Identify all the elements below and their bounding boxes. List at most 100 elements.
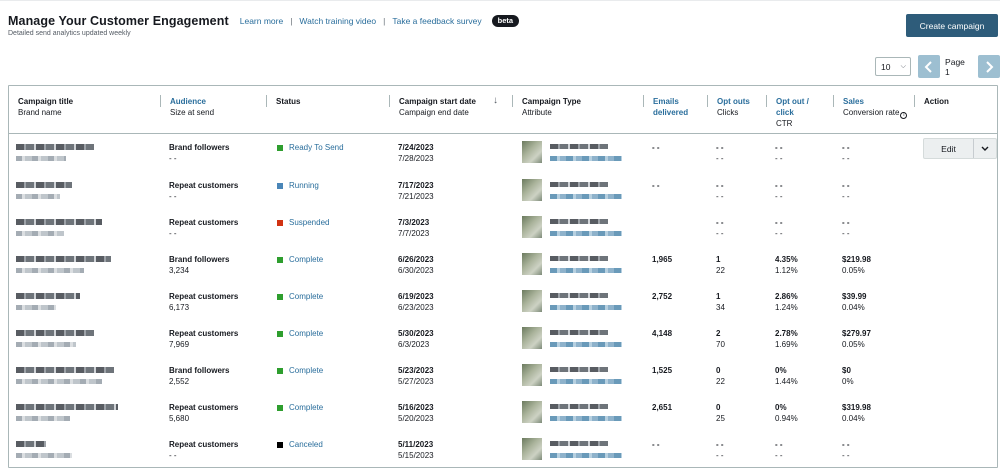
opt-out-click-cell: - - - - xyxy=(775,143,783,163)
redacted-attribute-link[interactable] xyxy=(550,268,622,273)
col-audience[interactable]: Audience Size at send xyxy=(170,96,214,118)
opt-out-click-cell: 0% 1.44% xyxy=(775,366,798,386)
audience-cell: Repeat customers - - xyxy=(169,218,239,238)
redacted-campaign-type xyxy=(550,367,608,372)
sort-descending-icon[interactable]: ↓ xyxy=(493,95,498,106)
info-icon[interactable]: i xyxy=(900,112,908,119)
table-row[interactable]: Brand followers 3,234 Complete 6/26/2023… xyxy=(9,253,997,290)
col-emails-delivered[interactable]: Emails delivered xyxy=(653,96,688,118)
status-indicator-icon xyxy=(277,219,283,226)
redacted-attribute-link[interactable] xyxy=(550,416,622,421)
redacted-attribute-link[interactable] xyxy=(550,156,622,161)
conversion-rate-label: Conversion rate i xyxy=(843,107,908,119)
redacted-campaign-title[interactable] xyxy=(16,441,46,447)
status-text: Complete xyxy=(289,403,324,412)
status-cell: Complete xyxy=(277,291,323,302)
sales-cell: $219.98 0.05% xyxy=(842,255,871,275)
watch-training-video-link[interactable]: Watch training video xyxy=(299,16,376,26)
column-divider xyxy=(160,95,161,107)
col-dates[interactable]: Campaign start date Campaign end date xyxy=(399,96,476,118)
emails-delivered-cell: - - xyxy=(652,143,660,152)
table-row[interactable]: Repeat customers 7,969 Complete 5/30/202… xyxy=(9,327,997,364)
redacted-attribute-link[interactable] xyxy=(550,453,622,458)
redacted-brand-name xyxy=(16,231,64,236)
opt-out-click-cell: 2.86% 1.24% xyxy=(775,292,798,312)
sales-cell: $39.99 0.04% xyxy=(842,292,867,312)
redacted-campaign-title[interactable] xyxy=(16,219,102,225)
page-size-select[interactable]: 10 ⌵ xyxy=(875,57,911,76)
table-row[interactable]: Repeat customers 6,173 Complete 6/19/202… xyxy=(9,290,997,327)
sales-cell: - - - - xyxy=(842,181,850,201)
product-thumbnail xyxy=(522,364,542,386)
campaigns-table: Campaign title Brand name Audience Size … xyxy=(8,85,998,468)
status-indicator-icon xyxy=(277,182,283,189)
sales-cell: $319.98 0.04% xyxy=(842,403,871,423)
col-sales[interactable]: Sales Conversion rate i xyxy=(843,96,908,119)
redacted-campaign-type xyxy=(550,441,608,446)
audience-cell: Repeat customers 6,173 xyxy=(169,292,239,312)
col-opt-out-click[interactable]: Opt out / click CTR xyxy=(776,96,809,129)
redacted-campaign-title[interactable] xyxy=(16,367,114,373)
table-row[interactable]: Repeat customers 5,680 Complete 5/16/202… xyxy=(9,401,997,438)
table-row[interactable]: Repeat customers - - Running 7/17/2023 7… xyxy=(9,179,997,216)
status-indicator-icon xyxy=(277,404,283,411)
edit-button[interactable]: Edit xyxy=(924,139,974,158)
redacted-campaign-title[interactable] xyxy=(16,330,94,336)
table-row[interactable]: Repeat customers - - Canceled 5/11/2023 … xyxy=(9,438,997,472)
link-separator: | xyxy=(383,16,386,26)
opt-out-click-cell: - - - - xyxy=(775,218,783,238)
emails-delivered-cell: 4,148 xyxy=(652,329,673,338)
redacted-attribute-link[interactable] xyxy=(550,342,622,347)
audience-cell: Brand followers - - xyxy=(169,143,230,163)
create-campaign-button[interactable]: Create campaign xyxy=(906,14,998,37)
redacted-campaign-type xyxy=(550,219,608,224)
redacted-campaign-title[interactable] xyxy=(16,182,72,188)
feedback-survey-link[interactable]: Take a feedback survey xyxy=(392,16,481,26)
col-action: Action xyxy=(924,97,949,106)
status-indicator-icon xyxy=(277,330,283,337)
redacted-attribute-link[interactable] xyxy=(550,194,622,199)
redacted-brand-name xyxy=(16,342,76,347)
table-row[interactable]: Brand followers 2,552 Complete 5/23/2023… xyxy=(9,364,997,401)
table-header: Campaign title Brand name Audience Size … xyxy=(9,86,997,134)
table-row[interactable]: Repeat customers - - Suspended 7/3/2023 … xyxy=(9,216,997,253)
col-opt-outs[interactable]: Opt outs Clicks xyxy=(717,96,750,118)
redacted-attribute-link[interactable] xyxy=(550,231,622,236)
emails-delivered-cell: - - xyxy=(652,440,660,449)
product-thumbnail xyxy=(522,141,542,163)
previous-page-button[interactable] xyxy=(917,55,941,78)
learn-more-link[interactable]: Learn more xyxy=(240,16,283,26)
redacted-campaign-title[interactable] xyxy=(16,144,94,150)
next-page-button[interactable] xyxy=(977,55,1000,78)
status-cell: Ready To Send xyxy=(277,142,344,153)
redacted-campaign-title[interactable] xyxy=(16,293,80,299)
emails-delivered-cell: - - xyxy=(652,181,660,190)
redacted-attribute-link[interactable] xyxy=(550,379,622,384)
redacted-campaign-type xyxy=(550,330,608,335)
redacted-attribute-link[interactable] xyxy=(550,305,622,310)
sales-cell: $279.97 0.05% xyxy=(842,329,871,349)
redacted-campaign-type xyxy=(550,404,608,409)
dates-cell: 6/19/2023 6/23/2023 xyxy=(398,292,434,312)
audience-cell: Brand followers 3,234 xyxy=(169,255,230,275)
col-campaign-title[interactable]: Campaign title Brand name xyxy=(18,96,73,118)
opt-outs-cell: 1 34 xyxy=(716,292,725,312)
sales-cell: - - - - xyxy=(842,143,850,163)
product-thumbnail xyxy=(522,327,542,349)
product-thumbnail xyxy=(522,438,542,460)
edit-dropdown-button[interactable] xyxy=(974,139,996,158)
dates-cell: 7/24/2023 7/28/2023 xyxy=(398,143,434,163)
link-separator: | xyxy=(290,16,293,26)
status-indicator-icon xyxy=(277,441,283,448)
table-row[interactable]: Brand followers - - Ready To Send 7/24/2… xyxy=(9,138,997,178)
status-text: Ready To Send xyxy=(289,143,344,152)
redacted-campaign-title[interactable] xyxy=(16,256,111,262)
col-status[interactable]: Status xyxy=(276,96,300,107)
product-thumbnail xyxy=(522,401,542,423)
emails-delivered-cell: 1,965 xyxy=(652,255,673,264)
redacted-campaign-title[interactable] xyxy=(16,404,118,410)
sales-cell: $0 0% xyxy=(842,366,854,386)
audience-cell: Repeat customers - - xyxy=(169,181,239,201)
redacted-brand-name xyxy=(16,194,60,199)
col-campaign-type[interactable]: Campaign Type Attribute xyxy=(522,96,581,118)
